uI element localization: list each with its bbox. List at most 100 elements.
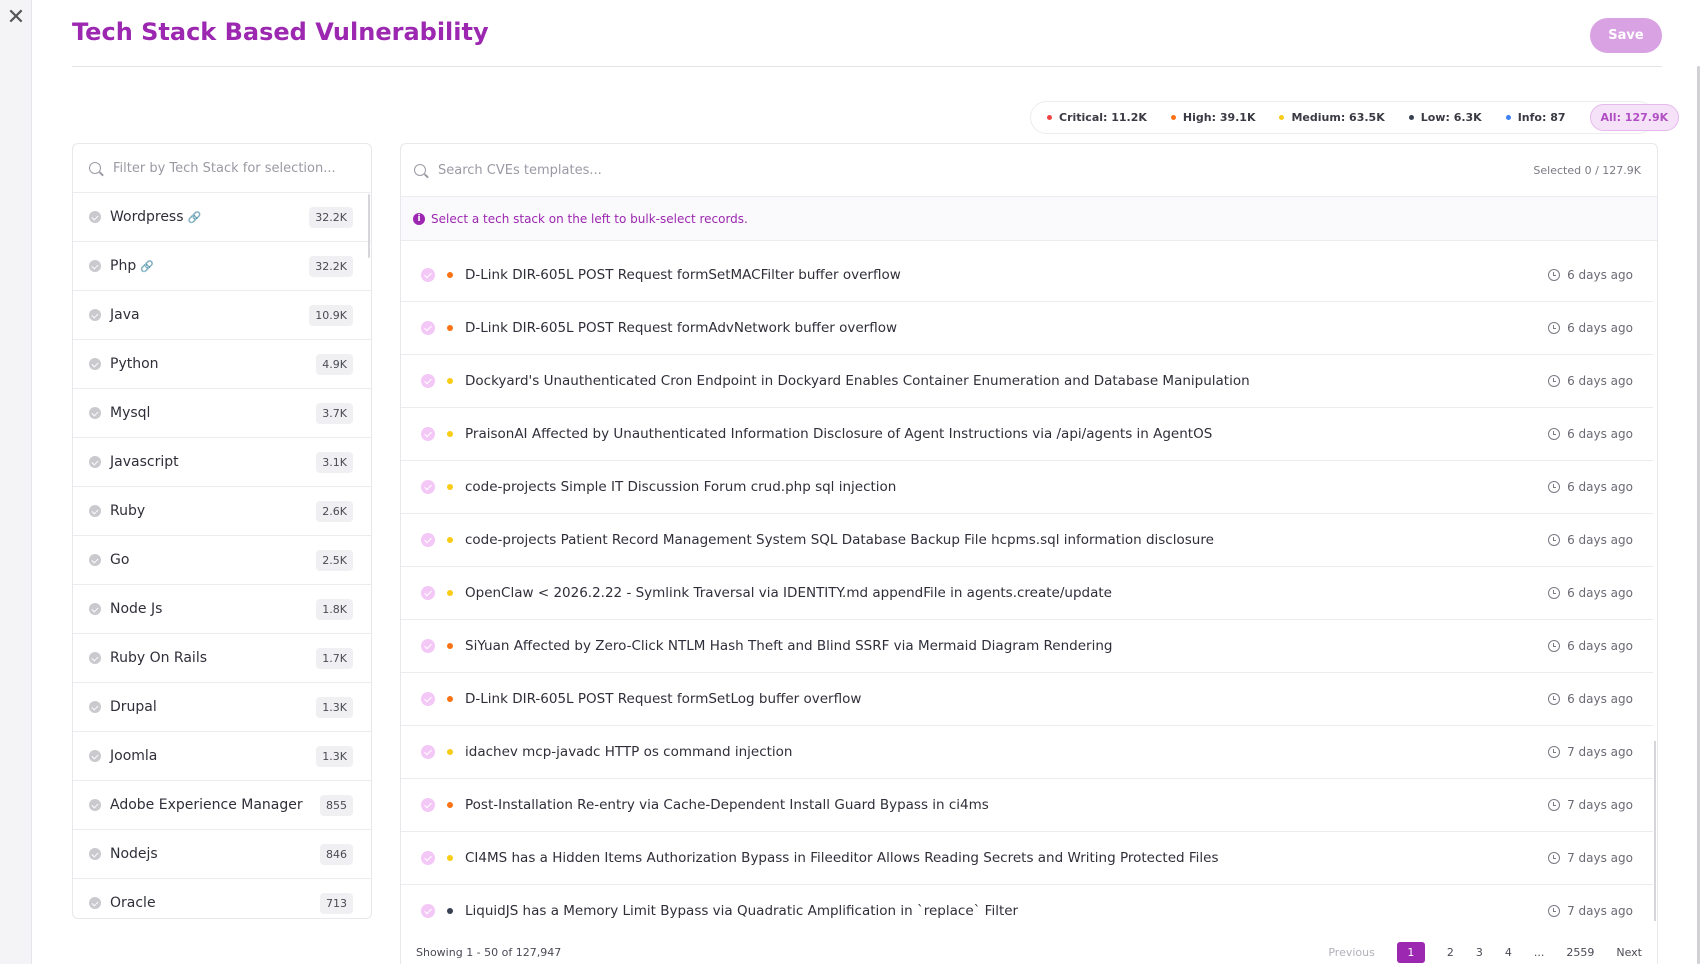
tech-stack-count: 846 [320,843,353,865]
cve-time: 6 days ago [1548,692,1633,706]
page-number-button[interactable]: 2559 [1566,942,1594,963]
cve-row[interactable]: D-Link DIR-605L POST Request formSetMACF… [401,249,1653,302]
page-number-button[interactable]: 3 [1476,942,1483,963]
tech-stack-filter-input[interactable] [113,160,355,176]
page-number-button[interactable]: 4 [1505,942,1512,963]
info-banner-text: Select a tech stack on the left to bulk-… [431,211,748,226]
cve-row[interactable]: code-projects Patient Record Management … [401,514,1653,567]
row-check-icon[interactable] [421,586,435,600]
next-page-button[interactable]: Next [1616,942,1642,963]
tech-stack-item[interactable]: Python 4.9K [73,340,371,389]
tech-stack-item[interactable]: Go 2.5K [73,536,371,585]
clock-icon [1548,905,1561,917]
tech-stack-item[interactable]: Adobe Experience Manager 855 [73,781,371,830]
cve-row[interactable]: PraisonAI Affected by Unauthenticated In… [401,408,1653,461]
tech-stack-count: 4.9K [316,353,353,375]
scrollbar[interactable] [368,194,370,258]
cve-time: 6 days ago [1548,639,1633,653]
severity-chip[interactable]: High: 39.1K [1170,111,1256,124]
cve-row[interactable]: LiquidJS has a Memory Limit Bypass via Q… [401,885,1653,931]
cve-title: OpenClaw < 2026.2.22 - Symlink Traversal… [465,585,1112,601]
tech-stack-item[interactable]: Joomla 1.3K [73,732,371,781]
cve-row[interactable]: Post-Installation Re-entry via Cache-Dep… [401,779,1653,832]
check-circle-icon[interactable] [89,750,101,762]
tech-stack-item[interactable]: Drupal 1.3K [73,683,371,732]
row-check-icon[interactable] [421,321,435,335]
check-circle-icon[interactable] [89,652,101,664]
page-number-button[interactable]: 2 [1447,942,1454,963]
tech-stack-name: Ruby On Rails [110,650,208,666]
cve-row[interactable]: D-Link DIR-605L POST Request formAdvNetw… [401,302,1653,355]
row-check-icon[interactable] [421,374,435,388]
row-check-icon[interactable] [421,692,435,706]
cve-search-input[interactable] [438,162,1518,178]
severity-all-chip[interactable]: All: 127.9K [1589,104,1680,131]
cve-row[interactable]: D-Link DIR-605L POST Request formSetLog … [401,673,1653,726]
page-scrollbar[interactable] [1697,66,1700,964]
page-number-button[interactable]: 1 [1396,941,1425,963]
cve-time-label: 6 days ago [1567,586,1633,600]
row-check-icon[interactable] [421,798,435,812]
check-circle-icon[interactable] [89,603,101,615]
tech-stack-item[interactable]: Ruby On Rails 1.7K [73,634,371,683]
close-icon[interactable]: ✕ [4,6,28,30]
cve-row[interactable]: SiYuan Affected by Zero-Click NTLM Hash … [401,620,1653,673]
check-circle-icon[interactable] [89,456,101,468]
severity-chip[interactable]: Medium: 63.5K [1279,111,1385,124]
check-circle-icon[interactable] [89,554,101,566]
cve-time: 7 days ago [1548,851,1633,865]
cve-row[interactable]: code-projects Simple IT Discussion Forum… [401,461,1653,514]
row-check-icon[interactable] [421,533,435,547]
check-circle-icon[interactable] [89,799,101,811]
check-circle-icon[interactable] [89,505,101,517]
severity-chip[interactable]: Low: 6.3K [1408,111,1482,124]
tech-stack-item[interactable]: Node Js 1.8K [73,585,371,634]
tech-stack-item[interactable]: Ruby 2.6K [73,487,371,536]
tech-stack-item[interactable]: Nodejs 846 [73,830,371,879]
tech-stack-count: 1.3K [316,745,353,767]
cve-row[interactable]: CI4MS has a Hidden Items Authorization B… [401,832,1653,885]
severity-chip[interactable]: Info: 87 [1505,111,1566,124]
cve-title: D-Link DIR-605L POST Request formSetLog … [465,691,862,707]
cve-row[interactable]: Dockyard's Unauthenticated Cron Endpoint… [401,355,1653,408]
cve-title: LiquidJS has a Memory Limit Bypass via Q… [465,903,1019,919]
cve-title: CI4MS has a Hidden Items Authorization B… [465,850,1219,866]
clock-icon [1548,852,1561,864]
row-check-icon[interactable] [421,639,435,653]
row-check-icon[interactable] [421,427,435,441]
check-circle-icon[interactable] [89,211,101,223]
row-check-icon[interactable] [421,480,435,494]
tech-stack-item[interactable]: Javascript 3.1K [73,438,371,487]
row-check-icon[interactable] [421,851,435,865]
severity-dot-icon [447,484,453,490]
check-circle-icon[interactable] [89,897,101,909]
check-circle-icon[interactable] [89,260,101,272]
scrollbar[interactable] [1654,741,1656,921]
cve-row[interactable]: OpenClaw < 2026.2.22 - Symlink Traversal… [401,567,1653,620]
save-button[interactable]: Save [1590,18,1662,53]
row-check-icon[interactable] [421,268,435,282]
severity-chip[interactable]: Critical: 11.2K [1047,111,1147,124]
row-check-icon[interactable] [421,745,435,759]
clock-icon [1548,481,1561,493]
tech-stack-item[interactable]: Oracle 713 [73,879,371,918]
check-circle-icon[interactable] [89,848,101,860]
severity-dot-icon [447,378,453,384]
severity-dot-icon [1047,115,1052,120]
tech-stack-name: Java [110,307,140,323]
page-ellipsis: ... [1533,945,1545,959]
cve-time-label: 6 days ago [1567,268,1633,282]
previous-page-button[interactable]: Previous [1328,942,1375,963]
tech-stack-item[interactable]: Java 10.9K [73,291,371,340]
check-circle-icon[interactable] [89,309,101,321]
check-circle-icon[interactable] [89,701,101,713]
check-circle-icon[interactable] [89,407,101,419]
tech-stack-item[interactable]: Php 🔗 32.2K [73,242,371,291]
tech-stack-item[interactable]: Wordpress 🔗 32.2K [73,193,371,242]
severity-chip-label: High: 39.1K [1182,111,1256,124]
check-circle-icon[interactable] [89,358,101,370]
cve-time: 6 days ago [1548,480,1633,494]
tech-stack-item[interactable]: Mysql 3.7K [73,389,371,438]
row-check-icon[interactable] [421,904,435,918]
cve-row[interactable]: idachev mcp-javadc HTTP os command injec… [401,726,1653,779]
